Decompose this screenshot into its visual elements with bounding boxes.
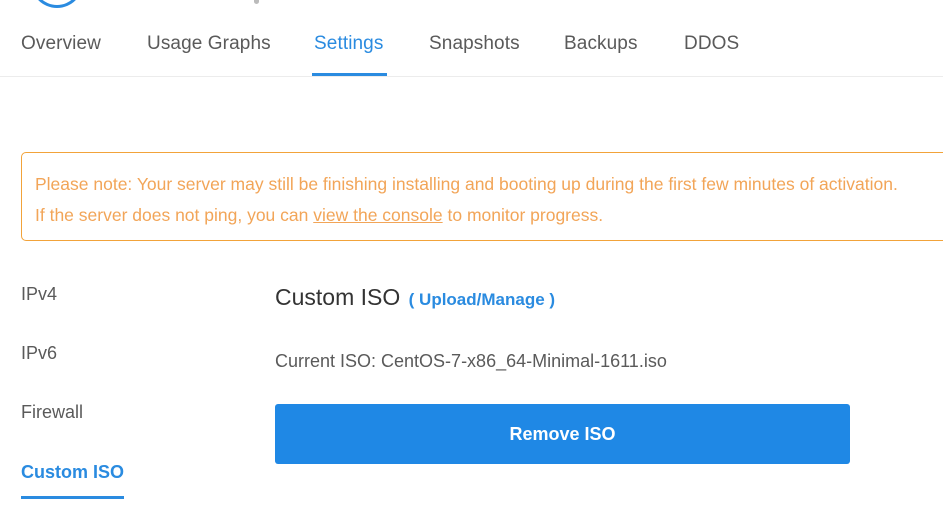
remove-iso-button[interactable]: Remove ISO [275, 404, 850, 464]
notice-line-2-prefix: If the server does not ping, you can [35, 205, 314, 225]
tab-usage-graphs[interactable]: Usage Graphs [147, 33, 271, 55]
tab-snapshots[interactable]: Snapshots [429, 33, 520, 55]
notice-line-2: If the server does not ping, you can vie… [35, 200, 943, 231]
sidebar-item-firewall[interactable]: Firewall [21, 402, 83, 423]
view-console-link[interactable]: view the console [313, 205, 442, 225]
sidebar-item-ipv6[interactable]: IPv6 [21, 343, 57, 364]
section-title: Custom ISO ( Upload/Manage ) [275, 284, 555, 311]
tab-bar: Overview Usage Graphs Settings Snapshots… [0, 0, 943, 77]
section-title-text: Custom ISO [275, 284, 401, 310]
page: Overview Usage Graphs Settings Snapshots… [0, 0, 943, 506]
active-tab-indicator [312, 73, 387, 76]
notice-line-2-suffix: to monitor progress. [442, 205, 604, 225]
notice-banner: Please note: Your server may still be fi… [21, 152, 943, 241]
tab-overview[interactable]: Overview [21, 33, 101, 55]
sidebar-item-ipv4[interactable]: IPv4 [21, 284, 57, 305]
current-iso-label: Current ISO: CentOS-7-x86_64-Minimal-161… [275, 351, 667, 371]
active-sidebar-indicator [21, 496, 124, 499]
tab-backups[interactable]: Backups [564, 33, 638, 55]
tab-ddos[interactable]: DDOS [684, 33, 739, 55]
upload-manage-link[interactable]: ( Upload/Manage ) [409, 290, 555, 309]
notice-line-1: Please note: Your server may still be fi… [35, 174, 898, 194]
sidebar-item-custom-iso[interactable]: Custom ISO [21, 462, 124, 483]
tab-settings[interactable]: Settings [314, 33, 383, 55]
